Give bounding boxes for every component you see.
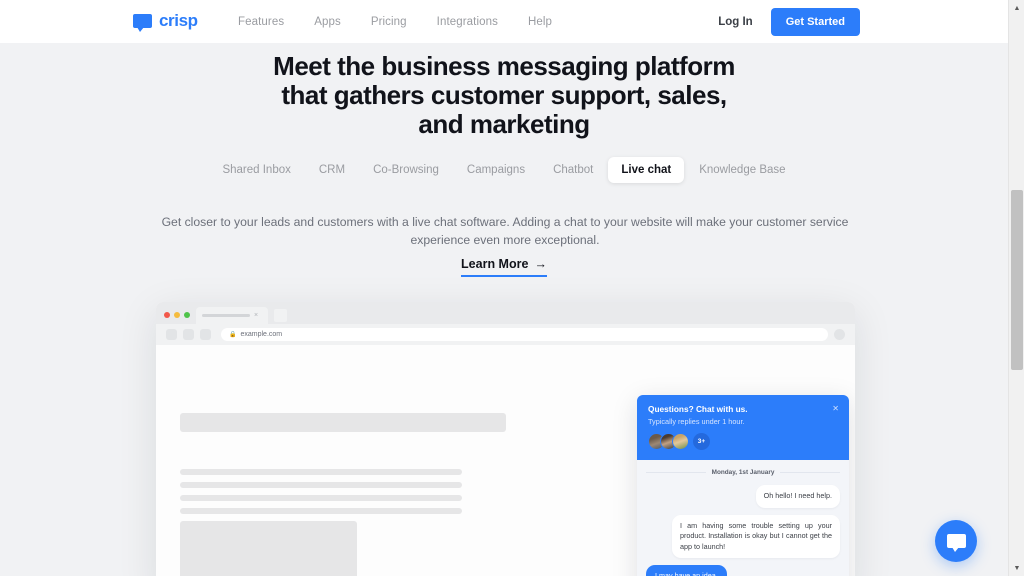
page-viewport: crisp Features Apps Pricing Integrations… <box>0 0 1008 576</box>
tab-knowledge-base[interactable]: Knowledge Base <box>686 157 798 183</box>
page-title: Meet the business messaging platform tha… <box>0 52 1008 139</box>
learn-more-link[interactable]: Learn More → <box>461 257 547 277</box>
tab-chatbot[interactable]: Chatbot <box>540 157 606 183</box>
get-started-button[interactable]: Get Started <box>770 7 860 36</box>
chat-bubble-icon <box>946 534 966 552</box>
chat-message-list: Monday, 1st January Oh hello! I need hel… <box>637 460 849 576</box>
chat-widget-subtitle: Typically replies under 1 hour. <box>648 417 745 426</box>
chat-widget: Questions? Chat with us. Typically repli… <box>637 395 849 576</box>
learn-more-label: Learn More <box>461 257 529 271</box>
avatar <box>672 433 689 450</box>
product-tabs: Shared Inbox CRM Co-Browsing Campaigns C… <box>0 157 1008 183</box>
scrollbar-thumb[interactable] <box>1011 190 1023 370</box>
scroll-up-arrow-icon[interactable]: ▲ <box>1009 0 1024 16</box>
content-placeholder-line <box>180 482 462 488</box>
chat-message-text: I may have an idea. <box>646 565 727 576</box>
hero-description: Get closer to your leads and customers w… <box>161 215 849 247</box>
page-title-line-3: and marketing <box>418 109 590 139</box>
browser-tab[interactable]: × <box>196 307 268 324</box>
chat-message-text: Oh hello! I need help. <box>755 485 840 508</box>
content-placeholder-line <box>180 508 462 514</box>
chat-message: I may have an idea. <box>646 565 840 576</box>
chat-message-text: I am having some trouble setting up your… <box>672 514 840 558</box>
operator-avatars: 3+ <box>648 433 838 450</box>
content-placeholder-line <box>180 495 462 501</box>
chat-widget-title: Questions? Chat with us. <box>648 404 748 414</box>
lock-icon: 🔒 <box>229 332 237 338</box>
chat-launcher-button[interactable] <box>935 520 977 562</box>
scroll-down-arrow-icon[interactable]: ▼ <box>1009 560 1024 576</box>
chat-message: Oh hello! I need help. <box>646 485 840 508</box>
browser-mockup: × 🔒 example.com Questions? Chat with us.… <box>156 302 855 576</box>
crisp-logo[interactable]: crisp <box>133 11 198 32</box>
page-title-line-1: Meet the business messaging platform <box>273 51 735 81</box>
login-link[interactable]: Log In <box>718 16 753 28</box>
maximize-window-icon[interactable] <box>184 312 190 318</box>
new-tab-button[interactable] <box>274 309 287 322</box>
address-bar[interactable]: 🔒 example.com <box>221 328 828 341</box>
nav-item-features[interactable]: Features <box>238 16 284 28</box>
tab-title-placeholder <box>202 314 250 317</box>
arrow-right-icon: → <box>534 257 547 271</box>
chat-day-separator: Monday, 1st January <box>646 469 840 476</box>
tab-co-browsing[interactable]: Co-Browsing <box>360 157 452 183</box>
close-icon[interactable]: ✕ <box>832 404 839 413</box>
scrollbar[interactable]: ▲ ▼ <box>1008 0 1024 576</box>
header-actions: Log In Get Started <box>718 0 860 43</box>
learn-more-wrapper: Learn More → <box>0 257 1008 277</box>
content-placeholder-line <box>180 469 462 475</box>
nav-item-pricing[interactable]: Pricing <box>371 16 407 28</box>
nav-item-apps[interactable]: Apps <box>314 16 341 28</box>
window-traffic-lights <box>164 312 190 324</box>
reload-button[interactable] <box>200 329 211 340</box>
close-tab-icon[interactable]: × <box>254 312 258 319</box>
tab-campaigns[interactable]: Campaigns <box>454 157 538 183</box>
minimize-window-icon[interactable] <box>174 312 180 318</box>
back-button[interactable] <box>166 329 177 340</box>
chat-message: I am having some trouble setting up your… <box>646 514 840 558</box>
close-window-icon[interactable] <box>164 312 170 318</box>
address-bar-url: example.com <box>240 331 283 338</box>
tab-shared-inbox[interactable]: Shared Inbox <box>209 157 303 183</box>
browser-page-content: Questions? Chat with us. Typically repli… <box>156 345 855 576</box>
forward-button[interactable] <box>183 329 194 340</box>
page-title-line-2: that gathers customer support, sales, <box>281 80 727 110</box>
nav-item-help[interactable]: Help <box>528 16 552 28</box>
logo-text: crisp <box>159 11 198 30</box>
browser-toolbar: 🔒 example.com <box>156 324 855 345</box>
chat-bubble-icon <box>133 14 152 32</box>
content-placeholder-image <box>180 521 357 576</box>
content-placeholder-heading <box>180 413 506 432</box>
nav-item-integrations[interactable]: Integrations <box>437 16 498 28</box>
site-header: crisp Features Apps Pricing Integrations… <box>0 0 1008 43</box>
profile-avatar-icon[interactable] <box>834 329 845 340</box>
chat-widget-header: Questions? Chat with us. Typically repli… <box>637 395 849 460</box>
avatar-overflow-badge: 3+ <box>693 433 710 450</box>
browser-tab-bar: × <box>156 302 855 324</box>
tab-crm[interactable]: CRM <box>306 157 358 183</box>
main-navigation: Features Apps Pricing Integrations Help <box>238 0 552 43</box>
tab-live-chat[interactable]: Live chat <box>608 157 685 183</box>
